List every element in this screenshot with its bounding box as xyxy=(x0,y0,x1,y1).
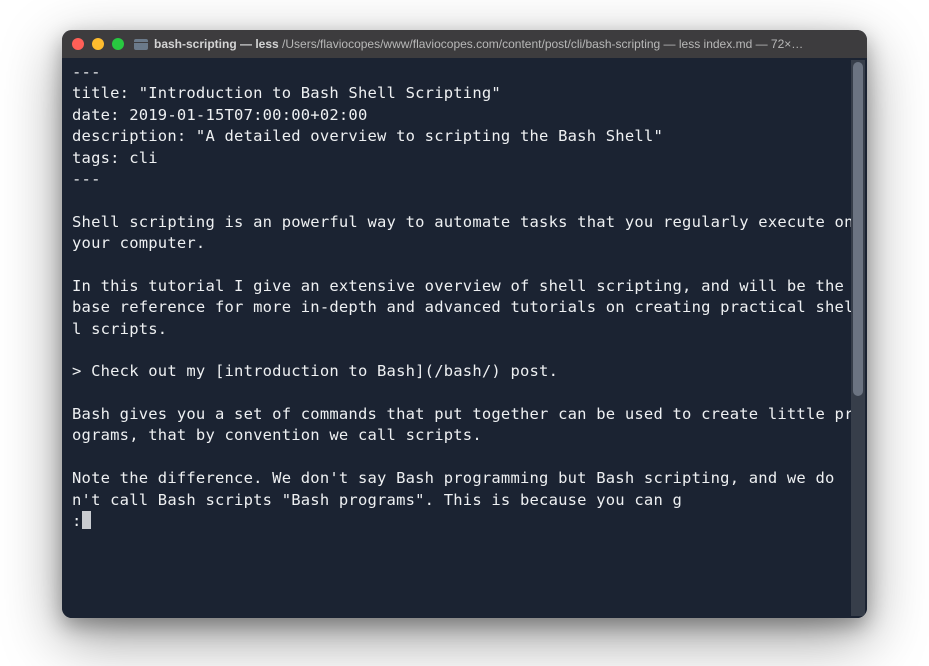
terminal-body[interactable]: --- title: "Introduction to Bash Shell S… xyxy=(62,58,867,618)
terminal-content: --- title: "Introduction to Bash Shell S… xyxy=(72,62,857,532)
close-button[interactable] xyxy=(72,38,84,50)
titlebar-path-text: /Users/flaviocopes/www/flaviocopes.com/c… xyxy=(282,37,803,51)
minimize-button[interactable] xyxy=(92,38,104,50)
cursor xyxy=(82,511,91,529)
titlebar[interactable]: bash-scripting — less /Users/flaviocopes… xyxy=(62,30,867,58)
titlebar-text: bash-scripting — less /Users/flaviocopes… xyxy=(154,37,857,51)
folder-icon xyxy=(134,39,148,50)
scrollbar-track[interactable] xyxy=(851,60,865,616)
terminal-window: bash-scripting — less /Users/flaviocopes… xyxy=(62,30,867,618)
titlebar-process: bash-scripting — less xyxy=(154,37,279,51)
maximize-button[interactable] xyxy=(112,38,124,50)
traffic-lights xyxy=(72,38,124,50)
scrollbar-thumb[interactable] xyxy=(853,62,863,396)
